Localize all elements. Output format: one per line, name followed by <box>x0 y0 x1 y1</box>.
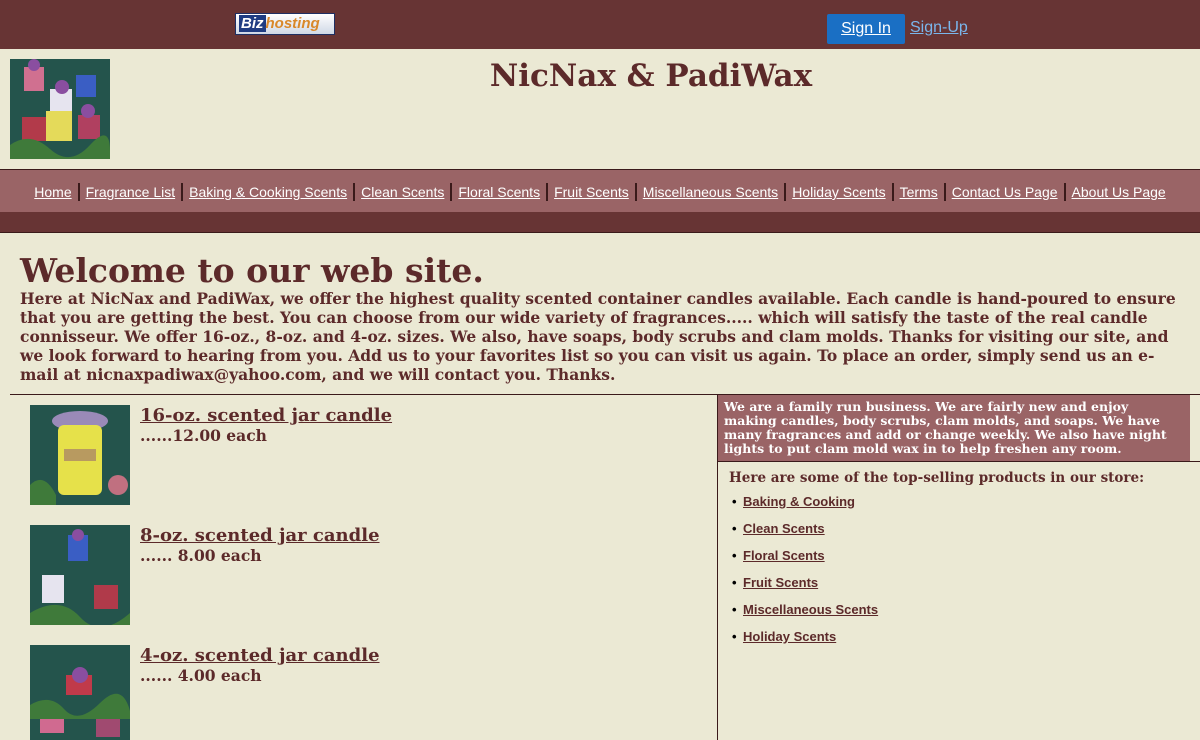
top-selling-miscellaneous-scents-link[interactable]: Miscellaneous Scents <box>743 601 878 628</box>
nav-miscellaneous-scents[interactable]: Miscellaneous Scents <box>634 183 784 201</box>
nav-fragrance-list[interactable]: Fragrance List <box>77 183 181 201</box>
nav-home[interactable]: Home <box>28 183 77 201</box>
list-item: • Floral Scents <box>732 547 878 574</box>
product-16oz-price: ......12.00 each <box>140 426 267 445</box>
bizhosting-logo[interactable]: Biz hosting <box>235 13 335 35</box>
site-title: NicNax & PadiWax <box>489 58 813 94</box>
product-item: 16-oz. scented jar candle ......12.00 ea… <box>30 405 710 505</box>
logo-biz-text: Biz <box>239 15 266 32</box>
nav-fruit-scents[interactable]: Fruit Scents <box>546 183 635 201</box>
nav-contact-us[interactable]: Contact Us Page <box>943 183 1064 201</box>
top-selling-clean-scents-link[interactable]: Clean Scents <box>743 520 825 547</box>
main-navigation: Home Fragrance List Baking & Cooking Sce… <box>0 183 1200 201</box>
sign-up-link[interactable]: Sign-Up <box>910 19 968 37</box>
nav-bar-bottom-strip <box>0 212 1200 232</box>
top-selling-heading: Here are some of the top-selling product… <box>729 470 1145 486</box>
bullet-icon: • <box>732 602 737 617</box>
list-item: • Baking & Cooking <box>732 493 878 520</box>
nav-about-us[interactable]: About Us Page <box>1063 183 1172 201</box>
nav-floral-scents[interactable]: Floral Scents <box>450 183 546 201</box>
nav-baking-cooking-scents[interactable]: Baking & Cooking Scents <box>181 183 353 201</box>
bullet-icon: • <box>732 548 737 563</box>
about-business-box: We are a family run business. We are fai… <box>718 395 1190 461</box>
logo-hosting-text: hosting <box>265 15 320 32</box>
product-4oz-link[interactable]: 4-oz. scented jar candle <box>140 645 380 666</box>
product-4oz-price: ...... 4.00 each <box>140 666 262 685</box>
nav-clean-scents[interactable]: Clean Scents <box>353 183 450 201</box>
product-16oz-image[interactable] <box>30 405 130 505</box>
sign-in-button[interactable]: Sign In <box>827 14 905 44</box>
nav-holiday-scents[interactable]: Holiday Scents <box>784 183 891 201</box>
product-8oz-image[interactable] <box>30 525 130 625</box>
divider <box>0 232 1200 233</box>
top-bar: Biz hosting Sign In Sign-Up <box>0 0 1200 49</box>
bullet-icon: • <box>732 521 737 536</box>
product-item: 4-oz. scented jar candle ...... 4.00 eac… <box>30 645 710 740</box>
bullet-icon: • <box>732 494 737 509</box>
welcome-heading: Welcome to our web site. <box>20 251 484 290</box>
top-selling-list: • Baking & Cooking • Clean Scents • Floral … <box>732 493 878 655</box>
list-item: • Clean Scents <box>732 520 878 547</box>
top-selling-baking-cooking-link[interactable]: Baking & Cooking <box>743 493 855 520</box>
top-selling-holiday-scents-link[interactable]: Holiday Scents <box>743 628 836 655</box>
top-selling-fruit-scents-link[interactable]: Fruit Scents <box>743 574 818 601</box>
bullet-icon: • <box>732 575 737 590</box>
nav-terms[interactable]: Terms <box>891 183 944 201</box>
list-item: • Fruit Scents <box>732 574 878 601</box>
top-selling-floral-scents-link[interactable]: Floral Scents <box>743 547 825 574</box>
divider <box>718 461 1200 462</box>
bullet-icon: • <box>732 629 737 644</box>
product-4oz-image[interactable] <box>30 645 130 740</box>
product-8oz-link[interactable]: 8-oz. scented jar candle <box>140 525 380 546</box>
list-item: • Miscellaneous Scents <box>732 601 878 628</box>
product-item: 8-oz. scented jar candle ...... 8.00 eac… <box>30 525 710 625</box>
product-8oz-price: ...... 8.00 each <box>140 546 262 565</box>
list-item: • Holiday Scents <box>732 628 878 655</box>
product-16oz-link[interactable]: 16-oz. scented jar candle <box>140 405 392 426</box>
intro-paragraph: Here at NicNax and PadiWax, we offer the… <box>20 289 1176 384</box>
